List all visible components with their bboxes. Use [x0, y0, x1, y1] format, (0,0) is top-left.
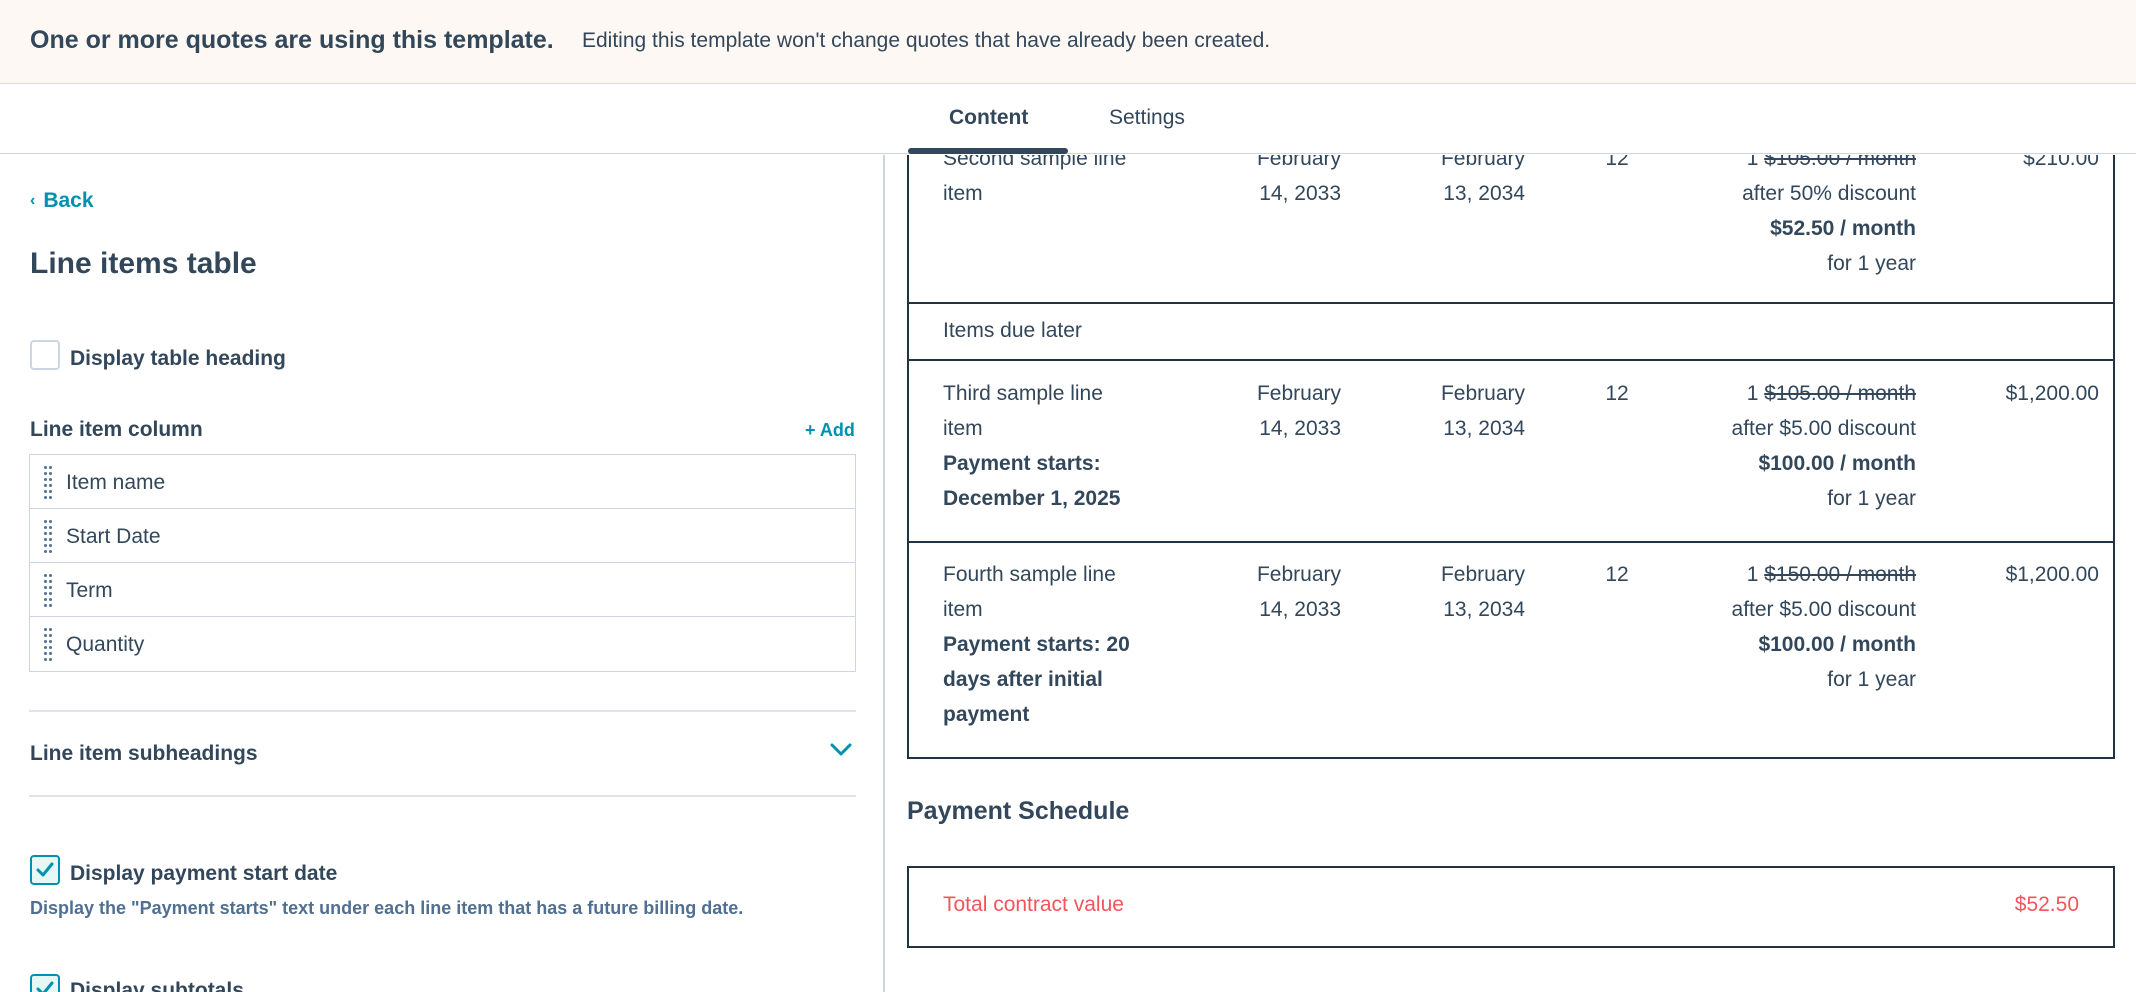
active-tab-indicator — [908, 148, 1068, 154]
divider — [29, 795, 856, 797]
end-date: February 13, 2034 — [1440, 155, 1525, 205]
term: 12 — [1605, 563, 1629, 586]
quantity-price: 1 $105.00 / month after $5.00 discount $… — [1731, 382, 1916, 510]
column-name: Term — [66, 579, 113, 602]
banner-title: One or more quotes are using this templa… — [30, 26, 554, 54]
checkmark-icon — [36, 862, 54, 877]
subheadings-toggle-label[interactable]: Line item subheadings — [30, 742, 258, 766]
end-date: February 13, 2034 — [1440, 382, 1525, 440]
tab-settings[interactable]: Settings — [1109, 106, 1185, 130]
payment-start-help: Display the "Payment starts" text under … — [30, 898, 744, 918]
total-contract-value: $52.50 — [2014, 893, 2079, 916]
payment-start-checkbox[interactable] — [30, 855, 60, 885]
display-heading-checkbox[interactable] — [30, 340, 60, 370]
column-name: Item name — [66, 471, 166, 494]
add-column-button[interactable]: + Add — [805, 420, 855, 441]
column-row[interactable]: Start Date — [30, 509, 855, 563]
chevron-left-icon: ‹ — [30, 192, 36, 209]
tab-content[interactable]: Content — [949, 106, 1028, 130]
item-name: Third sample line item Payment starts: Dec… — [943, 382, 1121, 510]
item-name: Second sample line item — [943, 155, 1127, 205]
tab-bar: Content Settings — [0, 84, 2136, 154]
chevron-down-icon[interactable] — [830, 743, 852, 762]
quote-preview: Second sample line item February 14, 2033 … — [887, 155, 2136, 992]
line-total: $210.00 — [2023, 155, 2099, 170]
column-name: Start Date — [66, 525, 161, 548]
line-item-column-header: Line item column — [30, 418, 203, 441]
payment-schedule-title: Payment Schedule — [907, 797, 1130, 825]
drag-handle-icon[interactable] — [44, 520, 52, 553]
column-row[interactable]: Quantity — [30, 617, 855, 671]
column-name: Quantity — [66, 633, 145, 656]
checkmark-icon — [36, 981, 54, 992]
row-divider — [907, 541, 2115, 543]
term: 12 — [1605, 155, 1629, 170]
start-date: February 14, 2033 — [1256, 382, 1341, 440]
line-total: $1,200.00 — [2005, 563, 2099, 586]
quantity-price: 1 $150.00 / month after $5.00 discount $… — [1731, 563, 1916, 691]
line-total: $1,200.00 — [2005, 382, 2099, 405]
drag-handle-icon[interactable] — [44, 466, 52, 499]
drag-handle-icon[interactable] — [44, 574, 52, 607]
display-heading-label[interactable]: Display table heading — [70, 347, 286, 371]
column-list: Item name Start Date Term Quantity — [29, 454, 856, 672]
banner-message: Editing this template won't change quote… — [582, 29, 1271, 52]
total-contract-label: Total contract value — [943, 893, 1124, 916]
term: 12 — [1605, 382, 1629, 405]
editor-panel: ‹ Back Line items table Display table hea… — [0, 155, 885, 992]
subtotals-checkbox[interactable] — [30, 974, 60, 992]
start-date: February 14, 2033 — [1256, 155, 1341, 205]
column-row[interactable]: Item name — [30, 455, 855, 509]
panel-title: Line items table — [30, 247, 257, 280]
warning-banner: One or more quotes are using this templa… — [0, 0, 2136, 84]
row-divider — [907, 302, 2115, 304]
total-contract-box: Total contract value $52.50 — [907, 866, 2115, 948]
group-label: Items due later — [943, 319, 1082, 342]
drag-handle-icon[interactable] — [44, 628, 52, 661]
item-name: Fourth sample line item Payment starts: 2… — [943, 563, 1130, 726]
back-label: Back — [43, 189, 94, 212]
back-link[interactable]: ‹ Back — [30, 189, 94, 213]
start-date: February 14, 2033 — [1256, 563, 1341, 621]
quantity-price: 1 $105.00 / month after 50% discount $52… — [1742, 155, 1916, 275]
column-row[interactable]: Term — [30, 563, 855, 617]
payment-start-label[interactable]: Display payment start date — [70, 862, 337, 886]
divider — [29, 710, 856, 712]
row-divider — [907, 359, 2115, 361]
end-date: February 13, 2034 — [1440, 563, 1525, 621]
subtotals-label[interactable]: Display subtotals — [70, 979, 244, 992]
